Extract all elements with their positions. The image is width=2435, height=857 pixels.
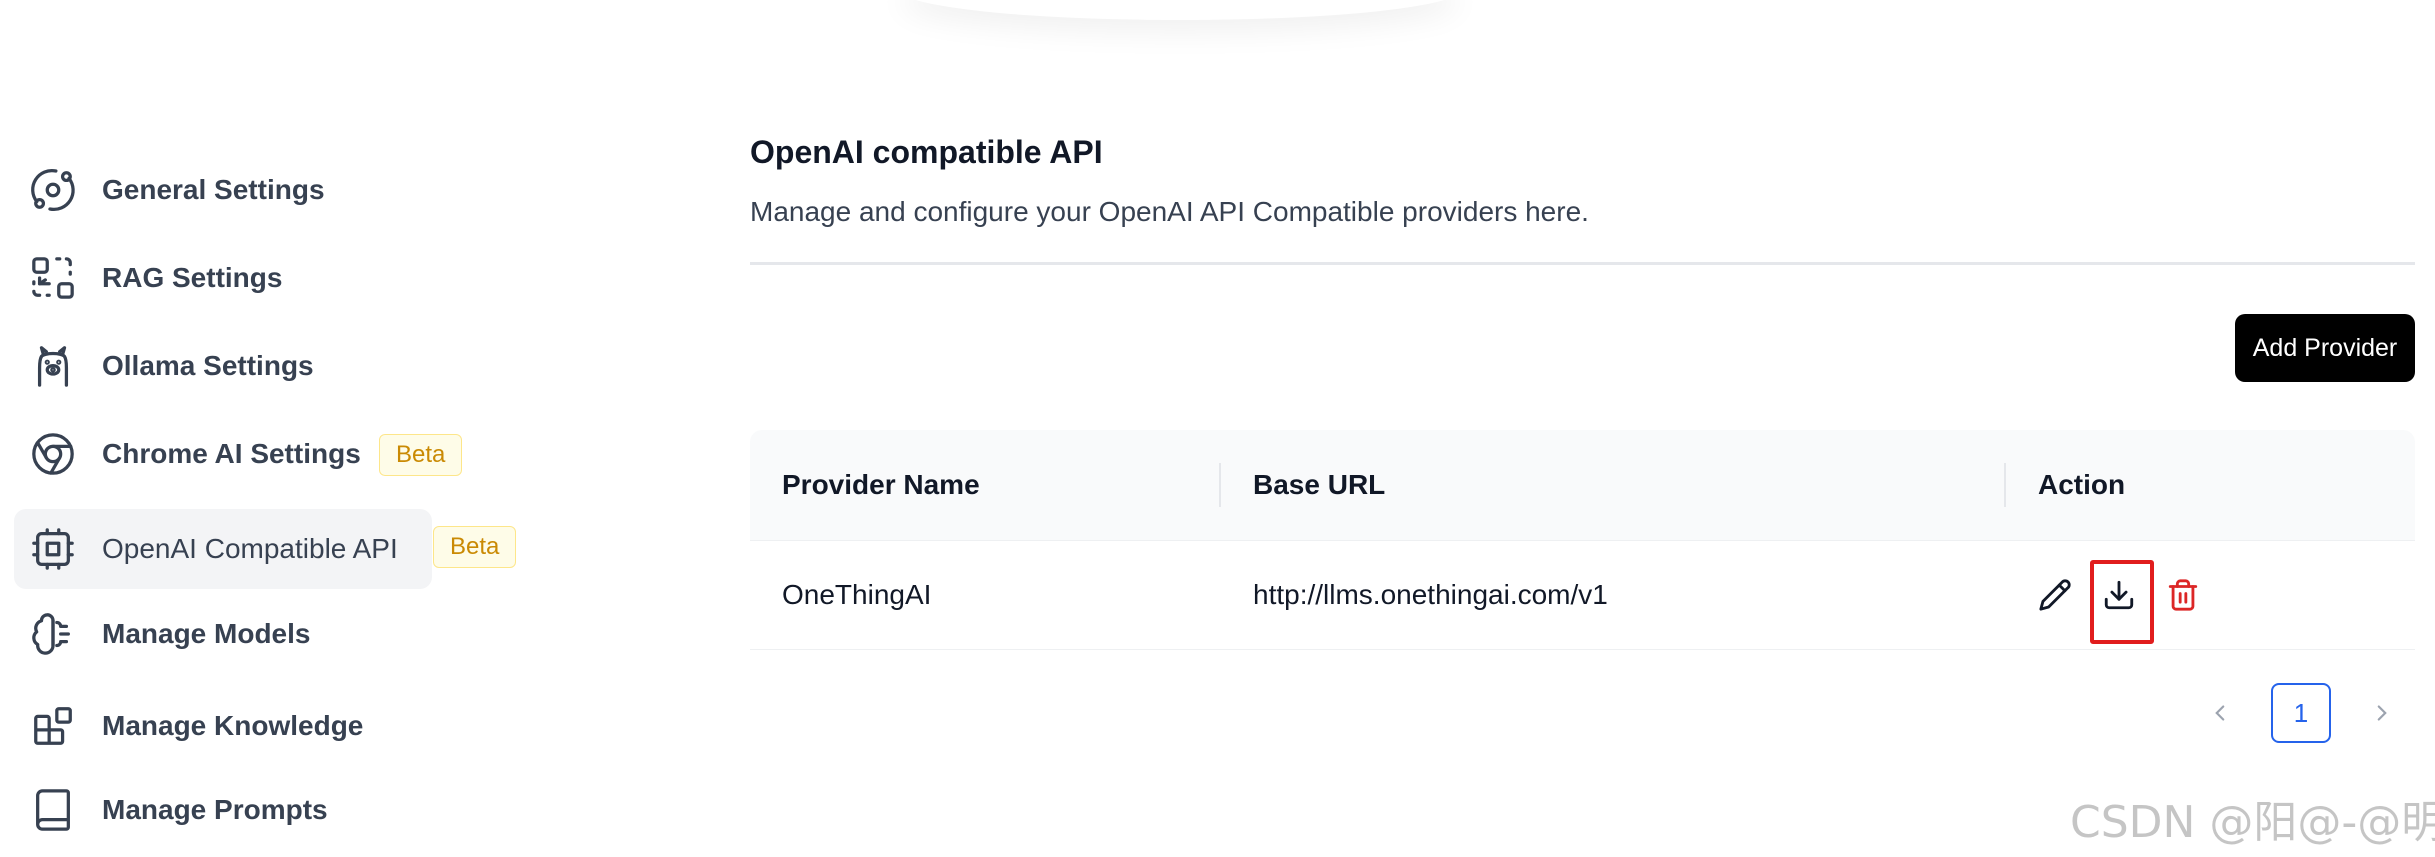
- page-description: Manage and configure your OpenAI API Com…: [750, 196, 1589, 227]
- chevron-left-icon: [2215, 705, 2225, 721]
- export-button[interactable]: [2097, 573, 2141, 617]
- top-shadow: [900, 0, 1460, 20]
- column-header-provider-name: Provider Name: [782, 469, 980, 500]
- sidebar-item-label: Chrome AI Settings: [102, 438, 361, 469]
- sidebar-item-label: OpenAI Compatible API: [102, 533, 398, 564]
- llama-icon: [30, 343, 76, 389]
- pencil-icon: [2039, 579, 2071, 611]
- sidebar-item-label: Manage Models: [102, 618, 311, 649]
- book-icon: [30, 787, 76, 833]
- provider-name-cell: OneThingAI: [782, 579, 932, 610]
- brain-icon: [30, 611, 76, 657]
- sidebar-item-label: Manage Knowledge: [102, 710, 364, 741]
- page-title: OpenAI compatible API: [750, 134, 1103, 170]
- sidebar-item-label: Ollama Settings: [102, 350, 314, 381]
- column-separator: [2004, 463, 2006, 507]
- table-row: OneThingAI http://llms.onethingai.com/v1: [750, 541, 2415, 650]
- chevron-right-icon: [2377, 705, 2387, 721]
- download-icon: [2104, 580, 2134, 610]
- column-header-base-url: Base URL: [1253, 469, 1386, 500]
- divider: [750, 262, 2415, 265]
- providers-table: Provider Name Base URL Action OneThingAI…: [750, 430, 2415, 650]
- chrome-icon: [30, 431, 76, 477]
- beta-badge: Beta: [379, 434, 463, 476]
- blocks-icon: [30, 703, 76, 749]
- sidebar-item-manage-prompts[interactable]: Manage Prompts: [14, 770, 434, 850]
- sidebar-item-general-settings[interactable]: General Settings: [14, 150, 434, 230]
- sidebar-item-manage-knowledge[interactable]: Manage Knowledge: [14, 686, 434, 766]
- sidebar-item-manage-models[interactable]: Manage Models: [14, 594, 434, 674]
- delete-button[interactable]: [2161, 573, 2205, 617]
- watermark: CSDN @阳@-@明: [2070, 797, 2435, 848]
- cpu-icon: [30, 526, 76, 572]
- column-header-action: Action: [2038, 469, 2126, 500]
- previous-page-button[interactable]: [2200, 693, 2240, 733]
- combine-icon: [30, 255, 76, 301]
- base-url-cell: http://llms.onethingai.com/v1: [1253, 579, 1608, 610]
- sidebar-item-chrome-ai-settings[interactable]: Chrome AI Settings Beta: [14, 414, 463, 494]
- orbit-icon: [30, 167, 76, 213]
- trash-icon: [2168, 579, 2198, 611]
- column-separator: [1219, 463, 1221, 507]
- next-page-button[interactable]: [2362, 693, 2402, 733]
- sidebar-item-openai-compatible-api[interactable]: OpenAI Compatible API: [14, 509, 432, 589]
- sidebar-item-label: Manage Prompts: [102, 794, 328, 825]
- page-1-button[interactable]: 1: [2271, 683, 2331, 743]
- beta-badge: Beta: [433, 526, 517, 568]
- sidebar-item-label: General Settings: [102, 174, 325, 205]
- table-header: Provider Name Base URL Action: [750, 430, 2415, 541]
- edit-button[interactable]: [2033, 573, 2077, 617]
- add-provider-button[interactable]: Add Provider: [2235, 314, 2415, 382]
- sidebar-item-ollama-settings[interactable]: Ollama Settings: [14, 326, 434, 406]
- sidebar-item-rag-settings[interactable]: RAG Settings: [14, 238, 434, 318]
- sidebar-item-label: RAG Settings: [102, 262, 283, 293]
